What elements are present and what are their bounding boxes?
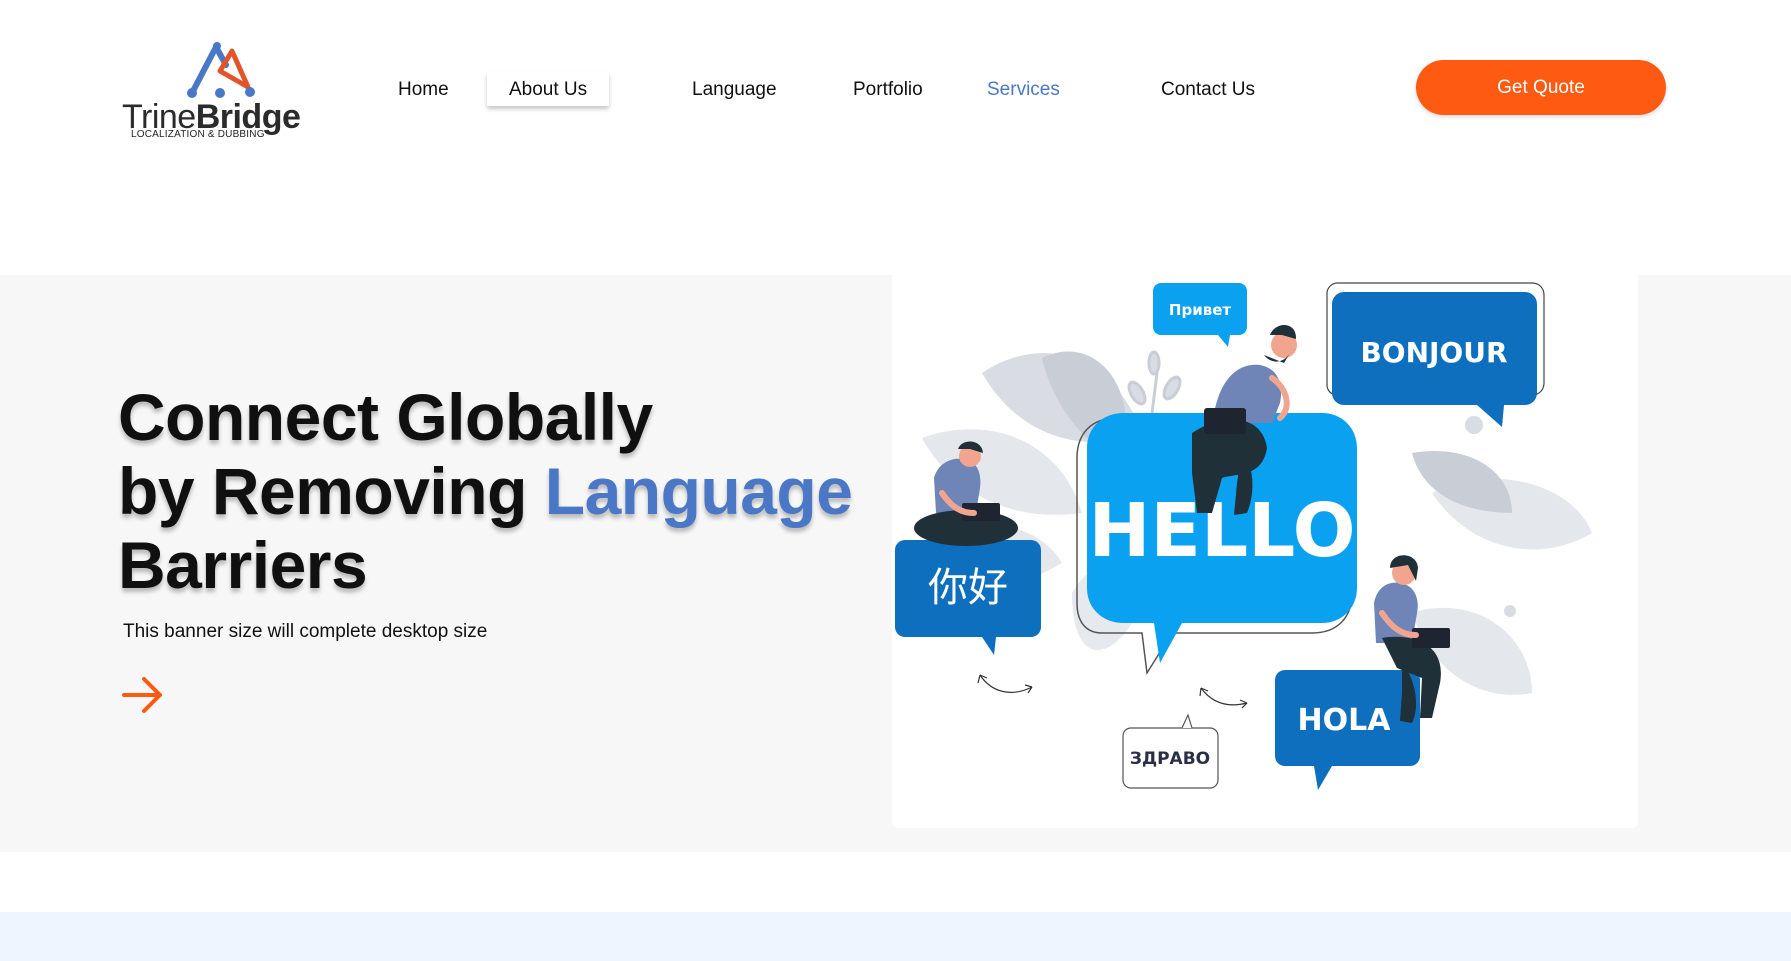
nav-services[interactable]: Services <box>987 74 1060 106</box>
nav-language[interactable]: Language <box>692 74 777 106</box>
nav-home[interactable]: Home <box>398 74 449 106</box>
headline-line-3: Barriers <box>118 528 368 602</box>
bubble-hola-text: HOLA <box>1298 703 1392 738</box>
bubble-zdravo-text: ЗДРАВО <box>1130 749 1210 769</box>
exchange-arrows <box>977 674 1248 709</box>
zdravo-bubble: ЗДРАВО <box>1122 713 1219 789</box>
nihao-bubble: 你好 <box>895 540 1041 655</box>
bubble-nihao-text: 你好 <box>928 565 1008 611</box>
bubble-privet-text: Привет <box>1169 301 1231 319</box>
hero-headline: Connect Globally by Removing Language Ba… <box>118 380 853 602</box>
next-section-strip <box>0 912 1791 961</box>
hero-subtext: This banner size will complete desktop s… <box>123 621 488 642</box>
bonjour-bubble: BONJOUR <box>1326 282 1545 427</box>
logo-tagline: LOCALIZATION & DUBBING <box>131 129 265 140</box>
get-quote-button[interactable]: Get Quote <box>1416 60 1666 115</box>
site-header: TrineBridge LOCALIZATION & DUBBING Home … <box>0 0 1791 180</box>
brand-logo[interactable]: TrineBridge LOCALIZATION & DUBBING <box>116 32 334 148</box>
logo-mark-icon <box>187 42 255 98</box>
headline-line-1: Connect Globally <box>118 380 653 454</box>
bubble-bonjour-text: BONJOUR <box>1360 336 1507 369</box>
sprig <box>1127 350 1182 414</box>
bubble-hello-text: HELLO <box>1088 488 1355 574</box>
hero-banner: Connect Globally by Removing Language Ba… <box>0 263 1791 852</box>
page: TrineBridge LOCALIZATION & DUBBING Home … <box>0 0 1791 961</box>
nav-contact-us[interactable]: Contact Us <box>1161 74 1255 106</box>
language-bubbles-illustration: HELLO Привет BONJOUR 你好 HOLA ЗДРАВО <box>895 282 1592 790</box>
nav-portfolio[interactable]: Portfolio <box>853 74 923 106</box>
hola-bubble: HOLA <box>1275 670 1420 790</box>
headline-accent-word: Language <box>544 454 853 528</box>
arrow-right-icon[interactable] <box>120 671 168 719</box>
privet-bubble: Привет <box>1153 283 1247 347</box>
nav-about-us[interactable]: About Us <box>487 72 610 106</box>
headline-line-2-prefix: by Removing <box>118 454 545 528</box>
